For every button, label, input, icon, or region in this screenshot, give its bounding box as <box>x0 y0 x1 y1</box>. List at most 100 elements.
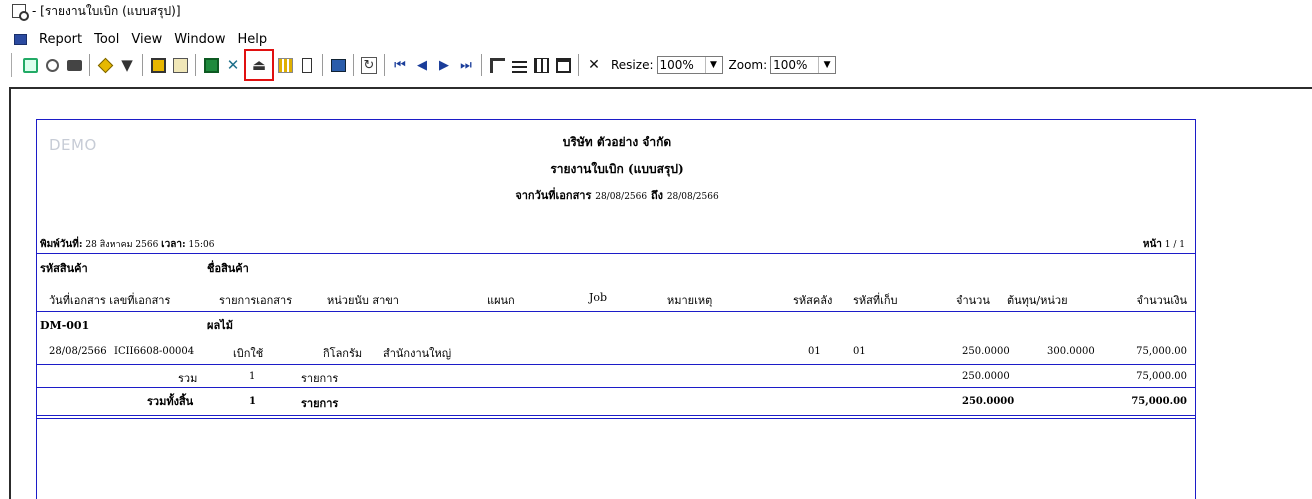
zoom-width-tool[interactable] <box>41 53 63 77</box>
design-tool[interactable] <box>147 53 169 77</box>
rows-icon <box>511 57 527 73</box>
print-time: 15:06 <box>188 240 215 250</box>
page-label: หน้า <box>1142 239 1162 250</box>
first-page-icon: ⏮ <box>394 57 406 73</box>
next-page-icon: ▶ <box>439 57 449 73</box>
refresh-icon: ↻ <box>360 56 378 74</box>
excel-x-tool[interactable]: ✕ <box>222 53 244 77</box>
print-time-label: เวลา: <box>161 239 186 250</box>
demo-watermark: DEMO <box>49 136 97 154</box>
last-page-tool[interactable]: ⏭ <box>455 53 477 77</box>
subtotal-top-rule <box>37 364 1195 365</box>
header-bottom-rule <box>37 311 1195 312</box>
tree-icon <box>489 57 505 73</box>
product-code: DM-001 <box>40 319 90 332</box>
grandtotal-double-rule-2 <box>37 418 1195 419</box>
col-note: หมายเหตุ <box>667 294 713 307</box>
col-unit-branch: หน่วยนับ สาขา <box>327 294 399 307</box>
menu-tool[interactable]: Tool <box>88 32 125 47</box>
grandtotal-label: รวมทั้งสิ้น <box>147 395 194 408</box>
close-report-tool[interactable]: ✕ <box>583 53 605 77</box>
toolbar: ▼ ✕ ⏏ ↻ ⏮ ◀ ▶ ⏭ ✕ Resize: 100% ▼ Zoom: 1… <box>0 49 1312 81</box>
line-warehouse: 01 <box>808 346 821 357</box>
window-titlebar: - [รายงานใบเบิก (แบบสรุป)] <box>0 0 1312 22</box>
line-amount: 75,000.00 <box>1136 346 1187 357</box>
export-tool-highlighted[interactable]: ⏏ <box>244 49 274 81</box>
refresh-tool[interactable]: ↻ <box>358 53 380 77</box>
date-to-label: ถึง <box>650 189 663 202</box>
line-unit: กิโลกรัม <box>323 347 363 360</box>
col-location: รหัสที่เก็บ <box>853 294 898 307</box>
toolbar-separator <box>578 54 579 76</box>
col-warehouse: รหัสคลัง <box>793 294 833 307</box>
toolbar-separator <box>195 54 196 76</box>
resize-value: 100% <box>659 58 694 72</box>
zoom-page-tool[interactable] <box>19 53 41 77</box>
chevron-down-icon[interactable]: ▼ <box>818 57 835 73</box>
line-location: 01 <box>853 346 866 357</box>
window-tool[interactable] <box>552 53 574 77</box>
printer-icon <box>66 59 82 71</box>
toolbar-separator <box>353 54 354 76</box>
rows-tool[interactable] <box>508 53 530 77</box>
chevron-down-icon[interactable]: ▼ <box>704 57 722 73</box>
grid-tool[interactable] <box>274 53 296 77</box>
toolbar-separator <box>384 54 385 76</box>
tree-tool[interactable] <box>486 53 508 77</box>
col-product-name: ชื่อสินค้า <box>207 262 249 275</box>
excel-export-tool[interactable] <box>200 53 222 77</box>
toolbar-separator <box>89 54 90 76</box>
design-icon <box>150 57 166 73</box>
export-tool-icon: ⏏ <box>251 56 267 74</box>
col-amount: จำนวนเงิน <box>1136 294 1188 307</box>
menu-help[interactable]: Help <box>232 32 274 47</box>
previous-page-tool[interactable]: ◀ <box>411 53 433 77</box>
toolbar-grip[interactable] <box>11 53 15 77</box>
group-icon <box>97 57 113 73</box>
close-icon: ✕ <box>588 57 600 73</box>
col-doc-date-no: วันที่เอกสาร เลขที่เอกสาร <box>49 294 171 307</box>
date-to: 28/08/2566 <box>666 192 719 202</box>
toolbar-separator <box>481 54 482 76</box>
zoom-label: Zoom: <box>728 58 768 72</box>
layout-tool[interactable] <box>169 53 191 77</box>
subtotal-amount: 75,000.00 <box>1136 371 1187 382</box>
line-branch: สำนักงานใหญ่ <box>383 347 452 360</box>
date-from-label: จากวันที่เอกสาร <box>515 189 592 202</box>
date-from: 28/08/2566 <box>595 192 648 202</box>
col-job: Job <box>589 291 608 304</box>
first-page-tool[interactable]: ⏮ <box>389 53 411 77</box>
calculator-icon <box>330 58 346 72</box>
toolbar-separator <box>322 54 323 76</box>
subtotal-unit: รายการ <box>301 372 339 385</box>
print-tool[interactable] <box>63 53 85 77</box>
product-name: ผลไม้ <box>207 319 233 332</box>
menu-window[interactable]: Window <box>168 32 231 47</box>
zoom-combo[interactable]: 100% ▼ <box>770 56 837 74</box>
grandtotal-count: 1 <box>249 396 256 407</box>
calculator-tool[interactable] <box>327 53 349 77</box>
group-tool[interactable] <box>94 53 116 77</box>
grid-icon <box>277 57 293 73</box>
line-doc-item: เบิกใช้ <box>233 347 264 360</box>
fit-height-tool[interactable] <box>296 53 318 77</box>
excel-x-icon: ✕ <box>226 56 240 74</box>
filter-icon: ▼ <box>121 56 133 74</box>
grandtotal-unit: รายการ <box>301 397 339 410</box>
col-department: แผนก <box>487 294 515 307</box>
columns-tool[interactable] <box>530 53 552 77</box>
grandtotal-double-rule-1 <box>37 415 1195 416</box>
toolbar-separator <box>142 54 143 76</box>
zoom-value: 100% <box>773 58 808 72</box>
menu-view[interactable]: View <box>125 32 168 47</box>
resize-combo[interactable]: 100% ▼ <box>656 56 723 74</box>
col-product-code: รหัสสินค้า <box>40 262 88 275</box>
filter-tool[interactable]: ▼ <box>116 53 138 77</box>
header-top-rule <box>37 253 1195 254</box>
report-preview-icon <box>12 4 29 21</box>
report-date-range: จากวันที่เอกสาร 28/08/2566 ถึง 28/08/256… <box>417 186 817 204</box>
next-page-tool[interactable]: ▶ <box>433 53 455 77</box>
window-title: - [รายงานใบเบิก (แบบสรุป)] <box>32 3 181 18</box>
mdi-window-icon[interactable] <box>14 33 27 45</box>
menu-report[interactable]: Report <box>33 32 88 47</box>
